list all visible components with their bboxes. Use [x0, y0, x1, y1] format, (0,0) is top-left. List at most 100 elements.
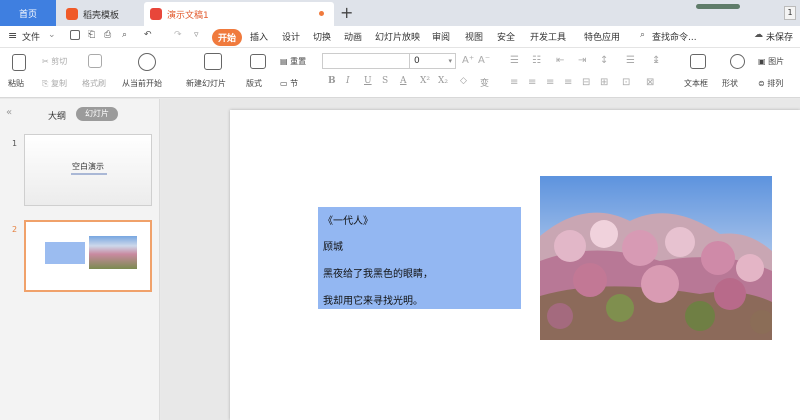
font-family-select[interactable] — [322, 53, 410, 69]
decrease-indent-icon[interactable]: ⇤ — [556, 55, 564, 66]
copy-label: 复制 — [50, 79, 67, 88]
menu-file[interactable]: 文件 — [22, 30, 40, 43]
paste-icon[interactable] — [12, 54, 26, 71]
undo-icon[interactable]: ↶ — [144, 30, 152, 40]
menu-developer[interactable]: 开发工具 — [530, 30, 566, 43]
window-count-badge[interactable]: 1 — [784, 6, 796, 20]
italic-button[interactable]: I — [346, 76, 350, 86]
new-slide-icon[interactable] — [204, 53, 222, 70]
thumbnail-picture — [89, 236, 137, 269]
unsaved-dot-icon[interactable] — [319, 11, 324, 16]
text-direction-icon[interactable]: ↕ — [600, 55, 608, 66]
chevron-down-icon[interactable]: ⌄ — [48, 30, 56, 40]
paste-button[interactable]: 粘贴 — [8, 78, 24, 89]
slide-number: 2 — [12, 225, 18, 234]
arrange-label: 排列 — [767, 79, 784, 88]
chevron-down-icon: ▾ — [448, 57, 452, 65]
hamburger-menu-icon[interactable]: ≡ — [8, 29, 17, 42]
tab-document[interactable]: 演示文稿1 — [144, 2, 334, 26]
convert-icon[interactable]: ⊠ — [646, 77, 654, 88]
columns-icon[interactable]: ☰ — [626, 55, 635, 66]
menu-animations[interactable]: 动画 — [344, 30, 362, 43]
redo-icon[interactable]: ↷ — [174, 30, 182, 40]
distribute-icon[interactable]: ⊟ — [582, 77, 590, 88]
cherry-blossom-picture[interactable] — [540, 176, 772, 340]
menu-home[interactable]: 开始 — [212, 29, 243, 46]
bold-button[interactable]: B — [328, 76, 336, 86]
account-indicator[interactable] — [696, 4, 740, 9]
text-box-button[interactable]: 文本框 — [684, 78, 708, 89]
superscript-button[interactable]: X² — [420, 76, 430, 86]
picture-button[interactable]: ▣ 图片 — [758, 56, 784, 67]
font-size-value: 0 — [414, 56, 420, 66]
poem-text-box[interactable]: 《一代人》 顾城 黑夜给了我黑色的眼睛， 我却用它来寻找光明。 — [318, 207, 521, 309]
format-painter-button[interactable]: 格式刷 — [82, 78, 106, 89]
command-search[interactable]: 查找命令... — [652, 30, 697, 43]
numbering-icon[interactable]: ☷ — [532, 55, 541, 66]
menu-view[interactable]: 视图 — [465, 30, 483, 43]
strikethrough-button[interactable]: S — [382, 76, 388, 86]
align-center-icon[interactable]: ≡ — [528, 77, 536, 88]
play-icon[interactable] — [138, 53, 156, 71]
align-left-icon[interactable]: ≡ — [510, 77, 518, 88]
menu-insert[interactable]: 插入 — [250, 30, 268, 43]
layout-button[interactable]: 版式 — [246, 78, 262, 89]
section-button[interactable]: ▭ 节 — [280, 78, 298, 89]
character-spacing-button[interactable]: 变 — [480, 76, 489, 89]
current-slide[interactable]: 《一代人》 顾城 黑夜给了我黑色的眼睛， 我却用它来寻找光明。 — [230, 110, 800, 420]
tab-slides[interactable]: 幻灯片 — [76, 107, 118, 121]
play-from-current-button[interactable]: 从当前开始 — [122, 78, 162, 89]
section-label: 节 — [290, 79, 299, 88]
presentation-icon — [150, 8, 162, 20]
search-icon[interactable]: ⌕ — [640, 30, 645, 40]
text-box-icon[interactable] — [690, 54, 706, 69]
line-spacing-icon[interactable]: ↨ — [652, 55, 660, 66]
new-slide-button[interactable]: 新建幻灯片 — [186, 78, 226, 89]
underline-button[interactable]: U — [364, 76, 372, 86]
copy-button[interactable]: ⎘ 复制 — [42, 78, 67, 89]
menu-design[interactable]: 设计 — [282, 30, 300, 43]
grow-font-icon[interactable]: A⁺ — [462, 55, 474, 66]
menu-transitions[interactable]: 切换 — [313, 30, 331, 43]
collapse-panel-icon[interactable]: « — [6, 107, 12, 118]
menu-security[interactable]: 安全 — [497, 30, 515, 43]
font-size-select[interactable]: 0 ▾ — [410, 53, 456, 69]
bullets-icon[interactable]: ☰ — [510, 55, 519, 66]
layout-icon[interactable] — [250, 54, 266, 69]
tab-outline[interactable]: 大纲 — [48, 109, 66, 122]
justify-icon[interactable]: ≡ — [564, 77, 572, 88]
menu-bar: ≡ 文件 ⌄ ⎗ ⎙ ⌕ ↶ ↷ ▿ 开始 插入 设计 切换 动画 幻灯片放映 … — [0, 26, 800, 48]
menu-slideshow[interactable]: 幻灯片放映 — [375, 30, 420, 43]
reset-label: 重置 — [290, 57, 307, 66]
menu-review[interactable]: 审阅 — [432, 30, 450, 43]
new-tab-button[interactable]: + — [340, 3, 353, 22]
format-painter-icon[interactable] — [88, 54, 102, 68]
clear-format-icon[interactable]: ◇ — [460, 76, 467, 86]
menu-special-apps[interactable]: 特色应用 — [584, 30, 620, 43]
align-text-icon[interactable]: ⊞ — [600, 77, 608, 88]
arrange-button[interactable]: ⊜ 排列 — [758, 78, 783, 89]
export-pdf-icon[interactable]: ⎗ — [88, 30, 95, 40]
cloud-icon[interactable]: ☁ — [754, 30, 763, 40]
tab-home[interactable]: 首页 — [0, 0, 56, 26]
tab-template[interactable]: 稻壳模板 — [58, 2, 142, 26]
unsaved-status[interactable]: 未保存 — [766, 30, 793, 43]
poem-line: 我却用它来寻找光明。 — [323, 296, 423, 307]
slide-thumbnail-2[interactable] — [24, 220, 152, 292]
thumbnail-text-box — [45, 242, 85, 264]
save-icon[interactable] — [70, 30, 80, 41]
font-color-button[interactable]: A — [400, 76, 407, 86]
shrink-font-icon[interactable]: A⁻ — [478, 55, 490, 66]
increase-indent-icon[interactable]: ⇥ — [578, 55, 586, 66]
shape-icon[interactable] — [730, 54, 745, 69]
cut-button[interactable]: ✂ 剪切 — [42, 56, 67, 67]
smartart-icon[interactable]: ⊡ — [622, 77, 630, 88]
print-icon[interactable]: ⎙ — [104, 30, 111, 40]
quick-access-more-icon[interactable]: ▿ — [194, 30, 199, 40]
align-right-icon[interactable]: ≡ — [546, 77, 554, 88]
slide-thumbnail-1[interactable]: 空白演示 — [24, 134, 152, 206]
subscript-button[interactable]: X₂ — [438, 76, 448, 86]
print-preview-icon[interactable]: ⌕ — [122, 30, 127, 40]
reset-button[interactable]: ▤ 重置 — [280, 56, 306, 67]
shape-button[interactable]: 形状 — [722, 78, 738, 89]
